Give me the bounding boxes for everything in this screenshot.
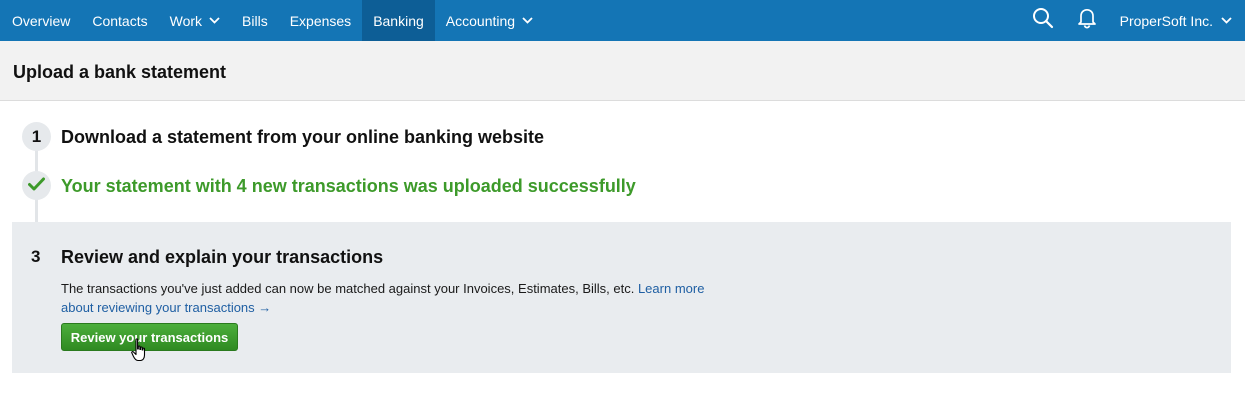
chevron-down-icon	[1221, 17, 1232, 24]
step-1-badge: 1	[22, 122, 51, 151]
main-menu: Overview Contacts Work Bills Expenses Ba…	[0, 0, 544, 41]
nav-item-accounting[interactable]: Accounting	[435, 0, 544, 41]
organization-name: ProperSoft Inc.	[1119, 12, 1213, 29]
review-transactions-button[interactable]: Review your transactions	[61, 323, 238, 351]
nav-item-overview[interactable]: Overview	[0, 0, 81, 41]
search-button[interactable]	[1028, 0, 1058, 41]
step-1-title: Download a statement from your online ba…	[61, 127, 545, 147]
notifications-button[interactable]	[1072, 0, 1102, 41]
nav-item-expenses[interactable]: Expenses	[279, 0, 362, 41]
nav-item-banking[interactable]: Banking	[362, 0, 435, 41]
step-3-title: Review and explain your transactions	[61, 247, 384, 267]
step-number: 1	[31, 126, 42, 146]
nav-item-bills[interactable]: Bills	[231, 0, 279, 41]
nav-item-label: Overview	[12, 12, 71, 29]
chevron-down-icon	[522, 17, 533, 24]
step-3-panel: 3 Review and explain your transactions T…	[12, 222, 1231, 373]
top-navigation-bar: Overview Contacts Work Bills Expenses Ba…	[0, 0, 1245, 41]
step-2-badge	[22, 171, 51, 200]
nav-item-label: Banking	[373, 12, 424, 29]
step-2-title: Your statement with 4 new transactions w…	[61, 176, 636, 196]
check-icon	[28, 176, 45, 196]
page-title: Upload a bank statement	[13, 62, 227, 82]
nav-item-contacts[interactable]: Contacts	[81, 0, 158, 41]
step-3-description: The transactions you've just added can n…	[61, 279, 721, 317]
nav-right-tools: ProperSoft Inc.	[1028, 0, 1245, 41]
page-header: Upload a bank statement	[0, 41, 1245, 101]
nav-item-work[interactable]: Work	[159, 0, 231, 41]
chevron-down-icon	[209, 17, 220, 24]
hand-cursor-icon	[131, 338, 149, 369]
search-icon	[1032, 7, 1054, 34]
nav-item-label: Contacts	[92, 12, 148, 29]
step-number: 3	[31, 247, 41, 266]
nav-item-label: Bills	[242, 12, 268, 29]
nav-item-label: Expenses	[289, 12, 352, 29]
organization-menu[interactable]: ProperSoft Inc.	[1120, 13, 1245, 29]
description-text: The transactions you've just added can n…	[61, 281, 638, 296]
nav-item-label: Accounting	[445, 12, 516, 29]
bell-icon	[1077, 7, 1097, 34]
nav-item-label: Work	[169, 12, 203, 29]
